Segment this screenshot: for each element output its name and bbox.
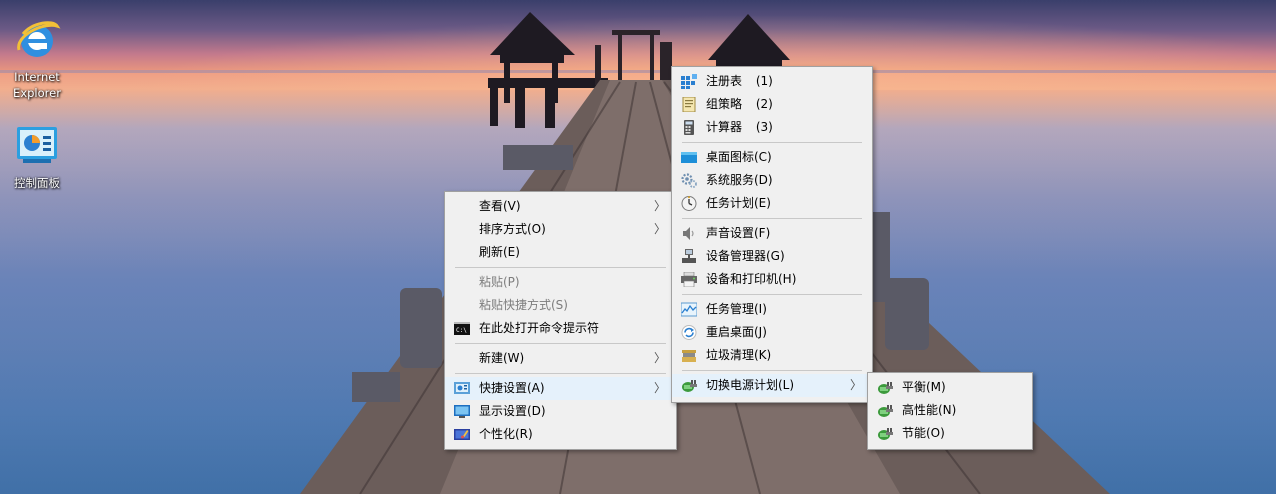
internet-explorer-shortcut[interactable]: Internet Explorer xyxy=(0,16,74,101)
menu-item-label: 平衡(M) xyxy=(902,380,946,394)
menu-item-device-manager[interactable]: 设备管理器(G) xyxy=(672,245,872,268)
power-plan-icon xyxy=(682,380,697,392)
menu-separator xyxy=(455,373,666,374)
menu-item-calculator[interactable]: 计算器 (3) xyxy=(672,116,872,139)
menu-item-devices-and-printers[interactable]: 设备和打印机(H) xyxy=(672,268,872,291)
menu-item-system-services[interactable]: 系统服务(D) xyxy=(672,169,872,192)
command-prompt-icon: C:\ xyxy=(454,322,470,335)
menu-separator xyxy=(682,370,862,371)
menu-item-paste: 粘贴(P) xyxy=(445,271,676,294)
menu-separator xyxy=(682,218,862,219)
menu-item-open-command-prompt[interactable]: C:\ 在此处打开命令提示符 xyxy=(445,317,676,340)
menu-item-switch-power-plan[interactable]: 切换电源计划(L) 〉 xyxy=(672,374,872,397)
menu-item-junk-cleanup[interactable]: 垃圾清理(K) xyxy=(672,344,872,367)
menu-item-label: 声音设置(F) xyxy=(706,226,771,240)
menu-item-sort-by[interactable]: 排序方式(O) 〉 xyxy=(445,218,676,241)
menu-item-label: 查看(V) xyxy=(479,199,521,213)
display-icon xyxy=(454,405,470,418)
quick-settings-submenu: 注册表 (1) 组策略 (2) 计算器 (3) 桌面图标(C) 系统服务(D) … xyxy=(671,66,873,403)
chevron-right-icon: 〉 xyxy=(653,381,666,395)
refresh-icon xyxy=(681,325,697,340)
cleanup-icon xyxy=(682,350,696,362)
printer-icon xyxy=(681,272,697,287)
power-plan-icon xyxy=(878,428,893,440)
menu-item-label: 桌面图标(C) xyxy=(706,150,772,164)
desktop-icon-label: Explorer xyxy=(13,86,61,100)
quick-settings-icon xyxy=(454,382,470,394)
menu-item-paste-shortcut: 粘贴快捷方式(S) xyxy=(445,294,676,317)
menu-item-desktop-icons[interactable]: 桌面图标(C) xyxy=(672,146,872,169)
registry-icon xyxy=(681,74,697,89)
control-panel-icon xyxy=(17,127,57,163)
menu-item-sound-settings[interactable]: 声音设置(F) xyxy=(672,222,872,245)
menu-item-label: 任务计划(E) xyxy=(706,196,771,210)
menu-item-label: 任务管理(I) xyxy=(706,302,767,316)
menu-item-view[interactable]: 查看(V) 〉 xyxy=(445,195,676,218)
menu-item-balanced[interactable]: 平衡(M) xyxy=(868,376,1032,399)
menu-item-quick-settings[interactable]: 快捷设置(A) 〉 xyxy=(445,377,676,400)
power-plan-icon xyxy=(878,405,893,417)
chevron-right-icon: 〉 xyxy=(849,378,862,392)
menu-item-label: 组策略 xyxy=(706,97,743,111)
svg-text:C:\: C:\ xyxy=(456,327,467,334)
speaker-icon xyxy=(683,227,694,240)
menu-item-group-policy[interactable]: 组策略 (2) xyxy=(672,93,872,116)
menu-item-high-performance[interactable]: 高性能(N) xyxy=(868,399,1032,422)
menu-item-label: 快捷设置(A) xyxy=(479,381,545,395)
chevron-right-icon: 〉 xyxy=(653,199,666,213)
menu-item-label: 系统服务(D) xyxy=(706,173,773,187)
power-plan-submenu: 平衡(M) 高性能(N) 节能(O) xyxy=(867,372,1033,450)
chevron-right-icon: 〉 xyxy=(653,222,666,236)
menu-item-task-manager[interactable]: 任务管理(I) xyxy=(672,298,872,321)
menu-item-label: 排序方式(O) xyxy=(479,222,546,236)
menu-item-label: 计算器 xyxy=(706,120,743,134)
power-plan-icon xyxy=(878,382,893,394)
chevron-right-icon: 〉 xyxy=(653,351,666,365)
device-manager-icon xyxy=(682,249,696,263)
menu-item-shortcut: (3) xyxy=(755,120,773,134)
internet-explorer-icon xyxy=(17,21,61,57)
menu-item-task-scheduler[interactable]: 任务计划(E) xyxy=(672,192,872,215)
menu-item-label: 垃圾清理(K) xyxy=(706,348,772,362)
personalize-icon xyxy=(454,429,470,440)
menu-item-label: 高性能(N) xyxy=(902,403,957,417)
menu-item-label: 设备和打印机(H) xyxy=(706,272,797,286)
menu-separator xyxy=(455,343,666,344)
calculator-icon xyxy=(684,120,694,135)
menu-item-label: 设备管理器(G) xyxy=(706,249,785,263)
task-manager-icon xyxy=(681,302,697,317)
group-policy-icon xyxy=(682,97,696,112)
services-gear-icon xyxy=(681,173,697,188)
menu-item-display-settings[interactable]: 显示设置(D) xyxy=(445,400,676,423)
clock-icon xyxy=(681,196,697,211)
menu-item-label: 切换电源计划(L) xyxy=(706,378,795,392)
menu-item-label: 重启桌面(J) xyxy=(706,325,767,339)
menu-item-label: 粘贴快捷方式(S) xyxy=(479,298,568,312)
desktop-icon-label: 控制面板 xyxy=(14,176,60,190)
menu-item-label: 在此处打开命令提示符 xyxy=(479,321,600,335)
desktop-icon-label: Internet xyxy=(14,70,60,84)
menu-item-label: 粘贴(P) xyxy=(479,275,520,289)
control-panel-shortcut[interactable]: 控制面板 xyxy=(0,122,74,191)
menu-item-shortcut: (2) xyxy=(755,97,773,111)
menu-item-new[interactable]: 新建(W) 〉 xyxy=(445,347,676,370)
menu-separator xyxy=(455,267,666,268)
menu-item-label: 个性化(R) xyxy=(479,427,533,441)
desktop-context-menu: 查看(V) 〉 排序方式(O) 〉 刷新(E) 粘贴(P) 粘贴快捷方式(S) … xyxy=(444,191,677,450)
menu-item-power-saver[interactable]: 节能(O) xyxy=(868,422,1032,445)
menu-item-personalize[interactable]: 个性化(R) xyxy=(445,423,676,446)
menu-item-label: 显示设置(D) xyxy=(479,404,546,418)
menu-item-restart-desktop[interactable]: 重启桌面(J) xyxy=(672,321,872,344)
menu-item-refresh[interactable]: 刷新(E) xyxy=(445,241,676,264)
menu-item-label: 节能(O) xyxy=(902,426,945,440)
menu-item-label: 刷新(E) xyxy=(479,245,520,259)
menu-item-shortcut: (1) xyxy=(755,74,773,88)
menu-separator xyxy=(682,294,862,295)
menu-separator xyxy=(682,142,862,143)
menu-item-label: 新建(W) xyxy=(479,351,525,365)
desktop-icons-icon xyxy=(681,152,697,163)
menu-item-label: 注册表 xyxy=(706,74,743,88)
menu-item-registry[interactable]: 注册表 (1) xyxy=(672,70,872,93)
